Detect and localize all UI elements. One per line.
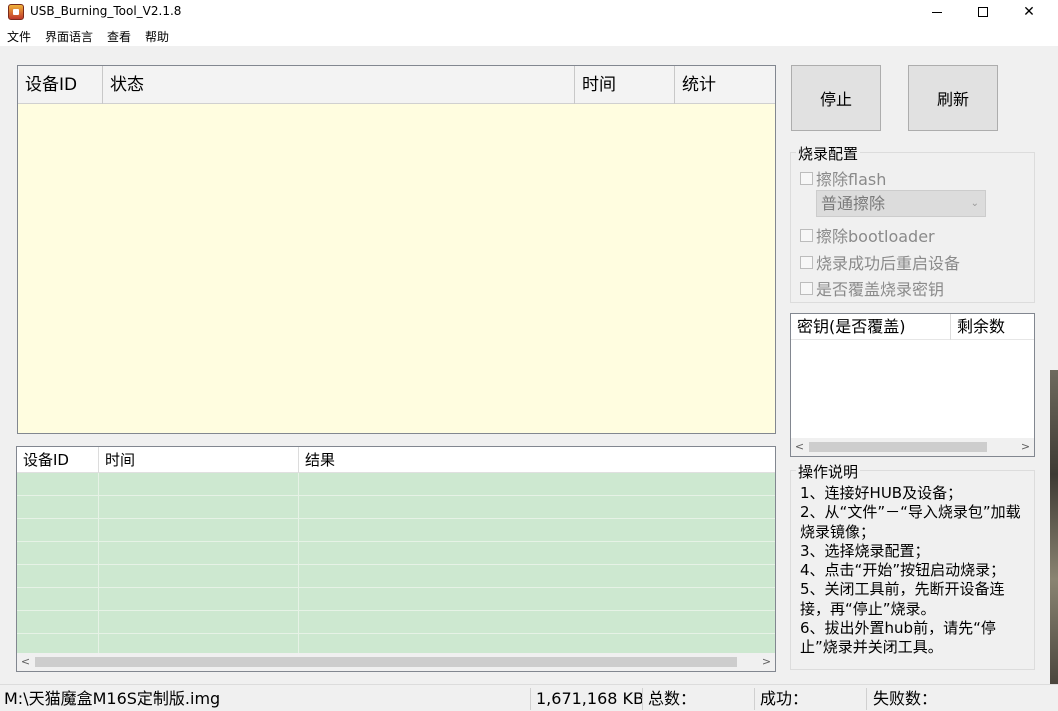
erase-mode-value: 普通擦除 [821,194,886,213]
success-label: 成功： [760,689,809,708]
reboot-after-success-label: 烧录成功后重启设备 [816,254,961,273]
menu-bar: 文件 界面语言 查看 帮助 [0,24,1058,46]
column-divider [298,473,299,653]
table-row[interactable] [17,542,775,565]
column-status[interactable]: 状态 [103,66,575,104]
erase-flash-checkbox[interactable] [800,171,813,185]
column-divider [98,473,99,653]
column-result-time[interactable]: 时间 [99,447,299,473]
instructions-title: 操作说明 [796,461,861,482]
scroll-left-icon[interactable]: < [791,438,808,456]
erase-mode-select[interactable]: 普通擦除 ⌄ [816,190,986,217]
table-row[interactable] [17,496,775,519]
result-list-body [17,473,775,657]
window-title: USB_Burning_Tool_V2.1.8 [30,4,182,18]
result-horizontal-scrollbar[interactable]: < > [17,653,775,671]
key-list-header: 密钥(是否覆盖) 剩余数 [791,314,1034,340]
total-label: 总数： [648,689,697,708]
refresh-button[interactable]: 刷新 [908,65,998,131]
menu-file[interactable]: 文件 [7,28,31,45]
column-key-overwrite[interactable]: 密钥(是否覆盖) [791,314,951,340]
image-path: M:\天猫魔盒M16S定制版.img [4,689,221,708]
erase-bootloader-option[interactable]: 擦除bootloader [800,223,935,247]
scrollbar-thumb[interactable] [35,657,737,667]
close-button[interactable]: ✕ [1006,0,1052,24]
menu-language[interactable]: 界面语言 [45,28,93,45]
background-window-edge [1050,370,1058,684]
usb-burning-tool-icon [8,4,24,20]
key-list[interactable]: 密钥(是否覆盖) 剩余数 < > [790,313,1035,457]
status-divider [642,688,643,710]
table-row[interactable] [17,519,775,542]
reboot-after-success-checkbox[interactable] [800,255,813,269]
menu-help[interactable]: 帮助 [145,28,169,45]
status-divider [530,688,531,710]
overwrite-key-option[interactable]: 是否覆盖烧录密钥 [800,276,944,300]
column-time[interactable]: 时间 [575,66,675,104]
device-list[interactable]: 设备ID 状态 时间 统计 [17,65,776,434]
chevron-down-icon: ⌄ [970,198,979,209]
device-list-header: 设备ID 状态 时间 统计 [18,66,775,104]
erase-bootloader-checkbox[interactable] [800,228,813,242]
instructions-text: 1、连接好HUB及设备； 2、从“文件”－“导入烧录包”加载烧录镜像； 3、选择… [800,484,1032,658]
instructions-body: 1、连接好HUB及设备； 2、从“文件”－“导入烧录包”加载烧录镜像； 3、选择… [800,484,1021,657]
status-divider [866,688,867,710]
fail-label: 失败数： [873,689,938,708]
image-size: 1,671,168 KB [536,689,644,708]
result-list-header: 设备ID 时间 结果 [17,447,775,473]
minimize-icon [932,11,942,13]
status-bar: M:\天猫魔盒M16S定制版.img 1,671,168 KB 总数： 成功： … [0,684,1058,711]
overwrite-key-label: 是否覆盖烧录密钥 [816,280,945,299]
erase-flash-option[interactable]: 擦除flash [800,166,886,190]
maximize-button[interactable] [960,0,1006,24]
column-device-id[interactable]: 设备ID [18,66,103,104]
erase-flash-label: 擦除flash [816,170,887,189]
status-divider [754,688,755,710]
scroll-right-icon[interactable]: > [758,653,775,671]
title-bar: USB_Burning_Tool_V2.1.8 ✕ [0,0,1058,24]
close-icon: ✕ [1023,4,1035,20]
reboot-after-success-option[interactable]: 烧录成功后重启设备 [800,250,960,274]
erase-bootloader-label: 擦除bootloader [816,227,935,246]
table-row[interactable] [17,611,775,634]
column-stats[interactable]: 统计 [675,66,775,104]
stop-button[interactable]: 停止 [791,65,881,131]
table-row[interactable] [17,588,775,611]
overwrite-key-checkbox[interactable] [800,281,813,295]
menu-view[interactable]: 查看 [107,28,131,45]
column-remaining[interactable]: 剩余数 [951,314,1034,340]
key-horizontal-scrollbar[interactable]: < > [791,438,1034,456]
minimize-button[interactable] [914,0,960,24]
table-row[interactable] [17,473,775,496]
result-list[interactable]: 设备ID 时间 结果 < > [16,446,776,672]
scroll-left-icon[interactable]: < [17,653,34,671]
maximize-icon [978,7,988,17]
scrollbar-thumb[interactable] [809,442,987,452]
table-row[interactable] [17,565,775,588]
column-result[interactable]: 结果 [299,447,775,473]
burn-config-title: 烧录配置 [796,143,861,164]
column-result-device-id[interactable]: 设备ID [17,447,99,473]
scroll-right-icon[interactable]: > [1017,438,1034,456]
